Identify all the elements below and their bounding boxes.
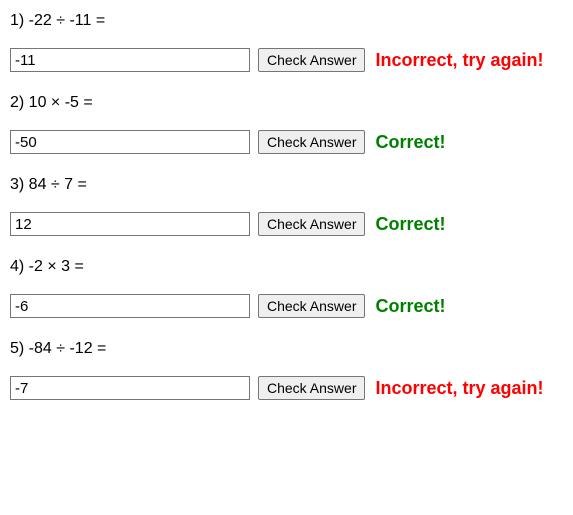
check-answer-button[interactable]: Check Answer [258, 212, 365, 236]
problem-5: 5) -84 ÷ -12 = Check Answer Incorrect, t… [10, 340, 563, 400]
problem-1: 1) -22 ÷ -11 = Check Answer Incorrect, t… [10, 12, 563, 72]
answer-row: Check Answer Correct! [10, 212, 563, 236]
check-answer-button[interactable]: Check Answer [258, 130, 365, 154]
answer-row: Check Answer Incorrect, try again! [10, 48, 563, 72]
feedback-text: Correct! [375, 296, 445, 317]
feedback-text: Correct! [375, 132, 445, 153]
check-answer-button[interactable]: Check Answer [258, 48, 365, 72]
answer-input[interactable] [10, 48, 250, 72]
problem-prompt: 4) -2 × 3 = [10, 258, 563, 276]
feedback-text: Incorrect, try again! [375, 378, 543, 399]
problem-2: 2) 10 × -5 = Check Answer Correct! [10, 94, 563, 154]
answer-input[interactable] [10, 130, 250, 154]
problem-prompt: 3) 84 ÷ 7 = [10, 176, 563, 194]
check-answer-button[interactable]: Check Answer [258, 376, 365, 400]
answer-row: Check Answer Incorrect, try again! [10, 376, 563, 400]
problem-prompt: 5) -84 ÷ -12 = [10, 340, 563, 358]
answer-input[interactable] [10, 294, 250, 318]
answer-input[interactable] [10, 212, 250, 236]
answer-input[interactable] [10, 376, 250, 400]
problem-prompt: 2) 10 × -5 = [10, 94, 563, 112]
problem-prompt: 1) -22 ÷ -11 = [10, 12, 563, 30]
problem-3: 3) 84 ÷ 7 = Check Answer Correct! [10, 176, 563, 236]
answer-row: Check Answer Correct! [10, 294, 563, 318]
check-answer-button[interactable]: Check Answer [258, 294, 365, 318]
answer-row: Check Answer Correct! [10, 130, 563, 154]
problem-4: 4) -2 × 3 = Check Answer Correct! [10, 258, 563, 318]
feedback-text: Incorrect, try again! [375, 50, 543, 71]
feedback-text: Correct! [375, 214, 445, 235]
